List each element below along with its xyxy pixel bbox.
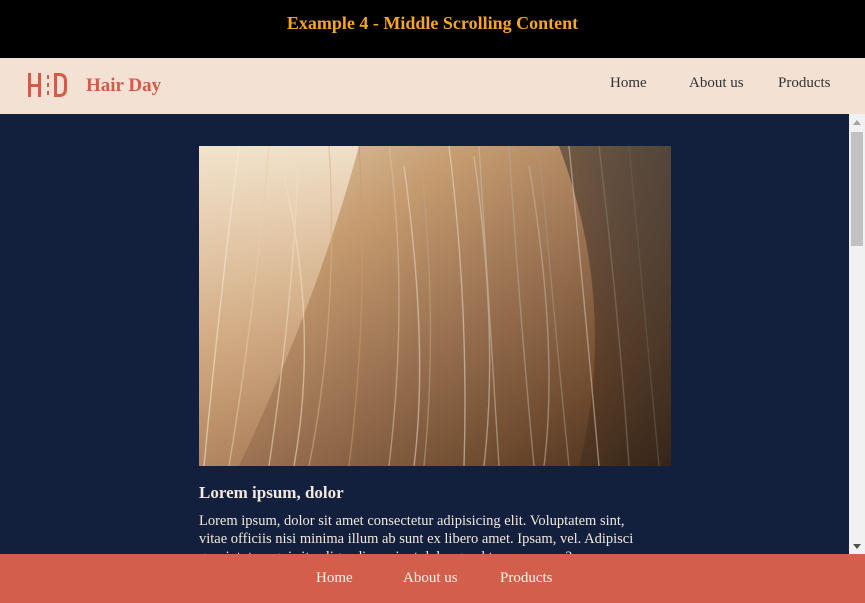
- nav-home-link[interactable]: Home: [610, 75, 647, 92]
- site-footer: Home About us Products: [0, 554, 865, 603]
- scrolling-content[interactable]: Lorem ipsum, dolor Lorem ipsum, dolor si…: [0, 114, 849, 554]
- example-banner: Example 4 - Middle Scrolling Content: [0, 0, 865, 58]
- chevron-down-icon[interactable]: [849, 538, 865, 554]
- chevron-up-icon[interactable]: [849, 114, 865, 130]
- hair-photo: [199, 146, 671, 466]
- brand-name[interactable]: Hair Day: [86, 75, 161, 97]
- nav-about-link[interactable]: About us: [689, 75, 744, 92]
- footer-home-link[interactable]: Home: [316, 570, 353, 587]
- vertical-scrollbar[interactable]: [849, 114, 865, 554]
- site-header: Hair Day Home About us Products: [0, 58, 865, 114]
- logo[interactable]: [28, 73, 68, 97]
- article-body: Lorem ipsum, dolor sit amet consectetur …: [199, 513, 634, 554]
- footer-products-link[interactable]: Products: [500, 570, 553, 587]
- scrollbar-thumb[interactable]: [851, 132, 863, 246]
- article-title: Lorem ipsum, dolor: [199, 483, 344, 502]
- banner-title: Example 4 - Middle Scrolling Content: [286, 12, 579, 33]
- nav-products-link[interactable]: Products: [778, 75, 831, 92]
- hd-logo-icon: [28, 73, 67, 97]
- footer-about-link[interactable]: About us: [403, 570, 458, 587]
